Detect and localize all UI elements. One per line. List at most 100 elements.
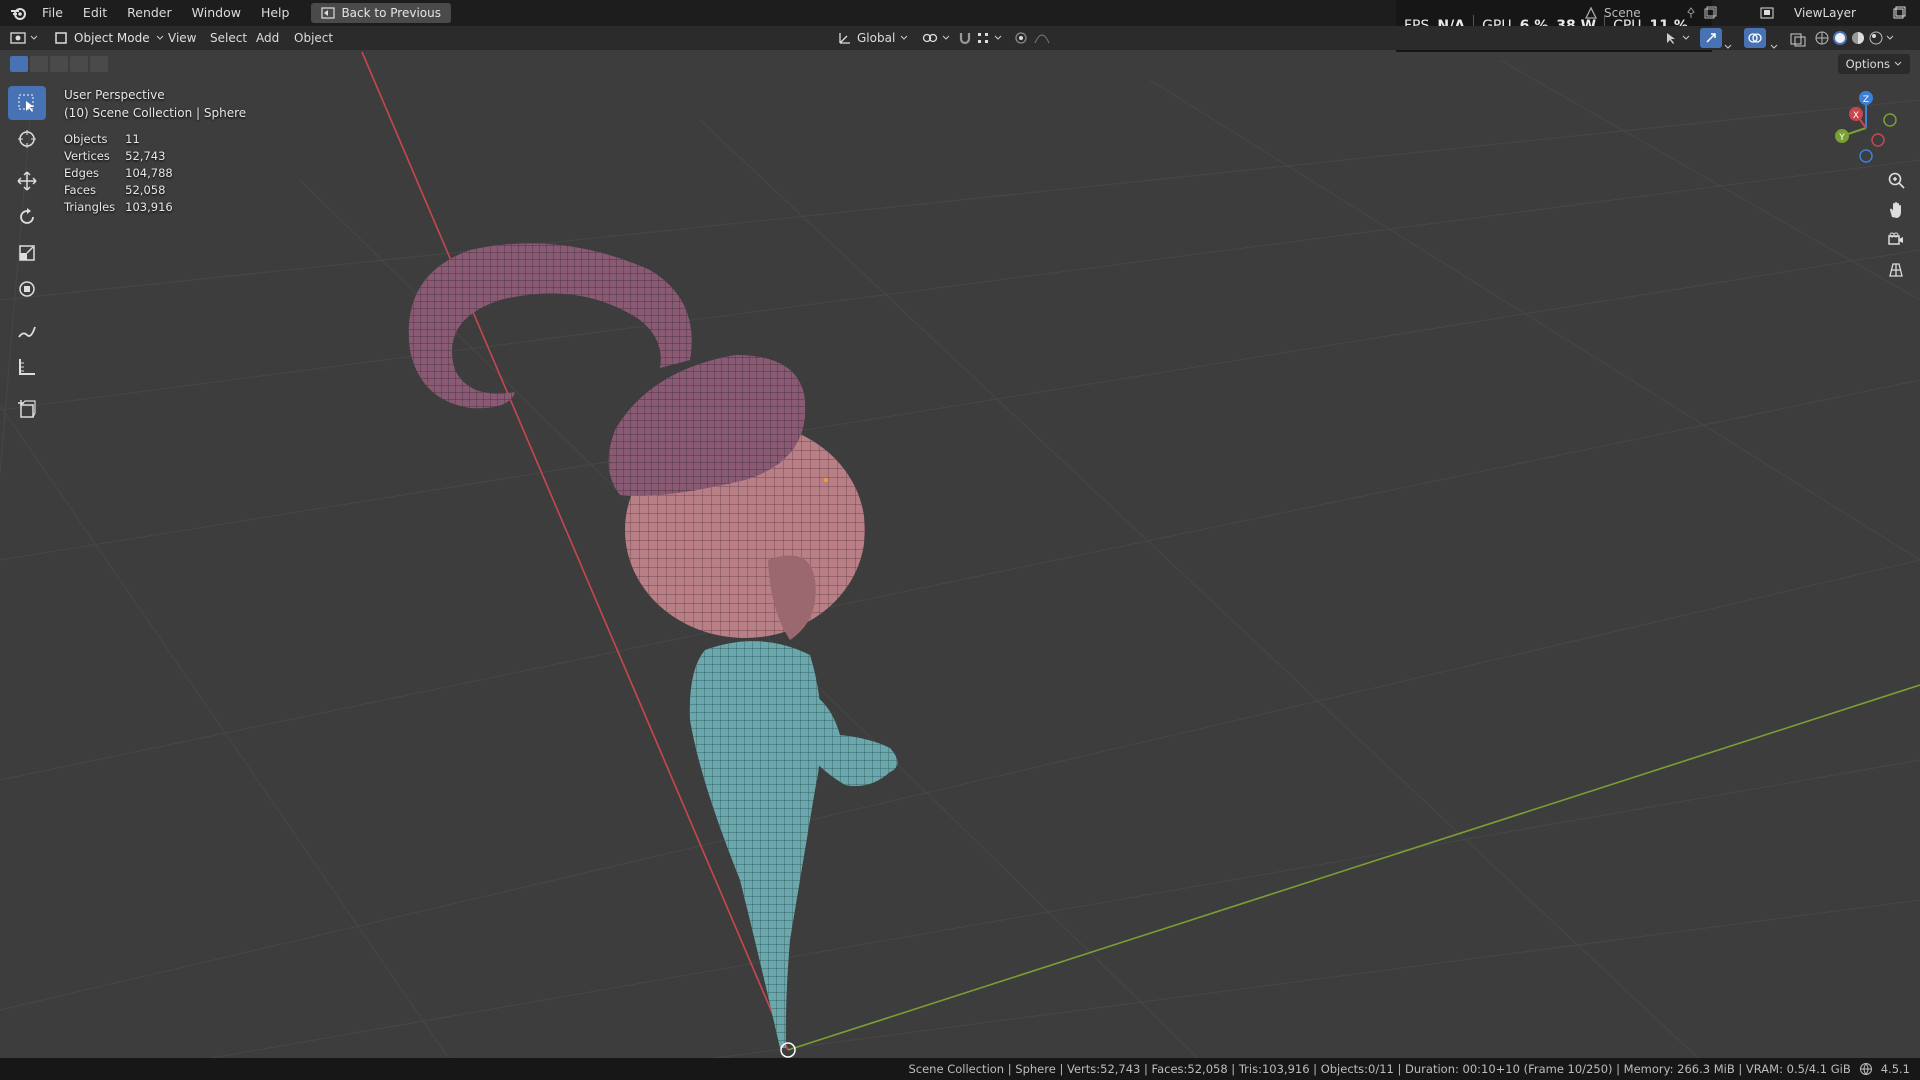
- hand-icon: [1890, 202, 1901, 218]
- 3d-viewport[interactable]: Z Y X: [0, 50, 1920, 1060]
- header-menu-object[interactable]: Object: [294, 26, 333, 50]
- stat-value: 52,058: [125, 183, 166, 197]
- viewport-header: Object Mode View Select Add Object Globa…: [0, 26, 1920, 50]
- scale-icon: [19, 245, 35, 261]
- network-globe-icon[interactable]: [1859, 1062, 1873, 1076]
- chevron-down-icon: [942, 35, 950, 40]
- menu-render[interactable]: Render: [117, 0, 182, 26]
- viewport-info-overlay: User Perspective (10) Scene Collection |…: [64, 86, 246, 122]
- blender-logo-icon[interactable]: [6, 0, 32, 26]
- status-info: Scene Collection | Sphere | Verts:52,743…: [908, 1062, 1851, 1076]
- zoom-button[interactable]: [1882, 168, 1910, 192]
- pan-button[interactable]: [1882, 198, 1910, 222]
- select-invert-button[interactable]: [70, 56, 88, 72]
- header-menu-add[interactable]: Add: [256, 26, 279, 50]
- add-cube-tool[interactable]: [8, 392, 46, 426]
- material-shading-icon[interactable]: [1850, 30, 1866, 46]
- stat-row: Vertices 52,743: [64, 148, 183, 165]
- menu-file[interactable]: File: [32, 0, 73, 26]
- object-visibility-dropdown[interactable]: [1664, 26, 1690, 50]
- gizmo-x-label: X: [1853, 111, 1859, 121]
- stat-label: Objects: [64, 132, 108, 146]
- chevron-down-icon: [1894, 61, 1902, 66]
- pin-icon[interactable]: [1685, 7, 1697, 19]
- view-layer-name: ViewLayer: [1794, 6, 1856, 20]
- scale-tool[interactable]: [8, 236, 46, 270]
- zoom-icon: [1888, 172, 1905, 189]
- move-tool[interactable]: [8, 164, 46, 198]
- select-subtract-button[interactable]: [50, 56, 68, 72]
- select-new-button[interactable]: [10, 56, 28, 72]
- header-menu-view[interactable]: View: [168, 26, 196, 50]
- stat-row: Edges 104,788: [64, 165, 183, 182]
- transform-tool[interactable]: [8, 272, 46, 306]
- overlays-toggle[interactable]: [1744, 28, 1766, 48]
- scene-statistics: Objects 11 Vertices 52,743 Edges 104,788 Fa…: [64, 131, 183, 216]
- rotate-icon: [20, 208, 34, 224]
- snap-grid-icon: [978, 33, 988, 43]
- gizmo-y-label: Y: [1838, 133, 1845, 143]
- rendered-shading-icon[interactable]: [1868, 30, 1884, 46]
- pivot-point-dropdown[interactable]: [922, 26, 950, 50]
- gizmo-toggle[interactable]: [1700, 28, 1722, 48]
- back-to-previous-button[interactable]: Back to Previous: [311, 3, 451, 23]
- falloff-curve-icon: [1034, 34, 1050, 44]
- transform-orientation-dropdown[interactable]: Global: [838, 26, 908, 50]
- camera-view-button[interactable]: [1882, 228, 1910, 252]
- menu-help[interactable]: Help: [251, 0, 300, 26]
- perspective-toggle-button[interactable]: [1882, 258, 1910, 282]
- gizmo-icon: [1706, 33, 1716, 43]
- select-extend-button[interactable]: [30, 56, 48, 72]
- character-mesh[interactable]: [0, 50, 1920, 1060]
- stat-value: 11: [125, 132, 140, 146]
- header-menu-select[interactable]: Select: [210, 26, 247, 50]
- navigation-gizmo[interactable]: Z Y X: [1826, 86, 1906, 166]
- status-bar: Scene Collection | Sphere | Verts:52,743…: [0, 1058, 1920, 1080]
- stat-value: 104,788: [125, 166, 173, 180]
- rotate-tool[interactable]: [8, 200, 46, 234]
- menu-edit[interactable]: Edit: [73, 0, 117, 26]
- camera-icon: [1888, 232, 1903, 245]
- scene-selector[interactable]: Scene: [1584, 2, 1754, 24]
- wireframe-shading-icon[interactable]: [1814, 30, 1830, 46]
- mode-dropdown[interactable]: Object Mode: [46, 28, 172, 48]
- viewport-navigation: [1882, 168, 1910, 282]
- select-intersect-button[interactable]: [90, 56, 108, 72]
- proportional-editing-toggle[interactable]: [1014, 26, 1050, 50]
- select-box-icon: [18, 94, 34, 112]
- stat-label: Vertices: [64, 149, 110, 163]
- new-view-layer-icon[interactable]: [1892, 6, 1906, 20]
- editor-type-dropdown[interactable]: [10, 26, 38, 50]
- orientation-axes-icon: [839, 33, 850, 44]
- magnet-icon: [959, 33, 971, 45]
- stat-value: 103,916: [125, 200, 173, 214]
- ruler-icon: [19, 359, 35, 375]
- measure-tool[interactable]: [8, 350, 46, 384]
- proportional-edit-icon: [1015, 32, 1027, 44]
- overlays-icon: [1748, 33, 1762, 43]
- stat-label: Edges: [64, 166, 99, 180]
- view-layer-selector[interactable]: ViewLayer: [1760, 2, 1910, 24]
- cursor-icon: [18, 130, 36, 148]
- snap-toggle[interactable]: [958, 26, 1002, 50]
- version-label: 4.5.1: [1880, 1062, 1910, 1076]
- object-mode-icon: [55, 32, 67, 44]
- stat-label: Faces: [64, 183, 96, 197]
- back-to-previous-label: Back to Previous: [341, 6, 441, 20]
- new-scene-icon[interactable]: [1703, 6, 1717, 20]
- annotate-pencil-icon: [18, 326, 36, 338]
- annotate-tool[interactable]: [8, 314, 46, 348]
- chevron-down-icon: [994, 35, 1002, 40]
- stat-value: 52,743: [125, 149, 166, 163]
- selectability-icon: [1667, 33, 1675, 44]
- tool-shelf: [8, 86, 46, 426]
- solid-shading-icon[interactable]: [1832, 30, 1848, 46]
- select-box-tool[interactable]: [8, 86, 46, 120]
- add-cube-icon: [18, 400, 36, 418]
- cursor-tool[interactable]: [8, 122, 46, 156]
- options-dropdown[interactable]: Options: [1837, 54, 1910, 74]
- collection-info-label: (10) Scene Collection | Sphere: [64, 106, 247, 120]
- menu-window[interactable]: Window: [182, 0, 251, 26]
- origin-cursor-icon[interactable]: [780, 1042, 796, 1058]
- chevron-down-icon[interactable]: [1886, 30, 1894, 46]
